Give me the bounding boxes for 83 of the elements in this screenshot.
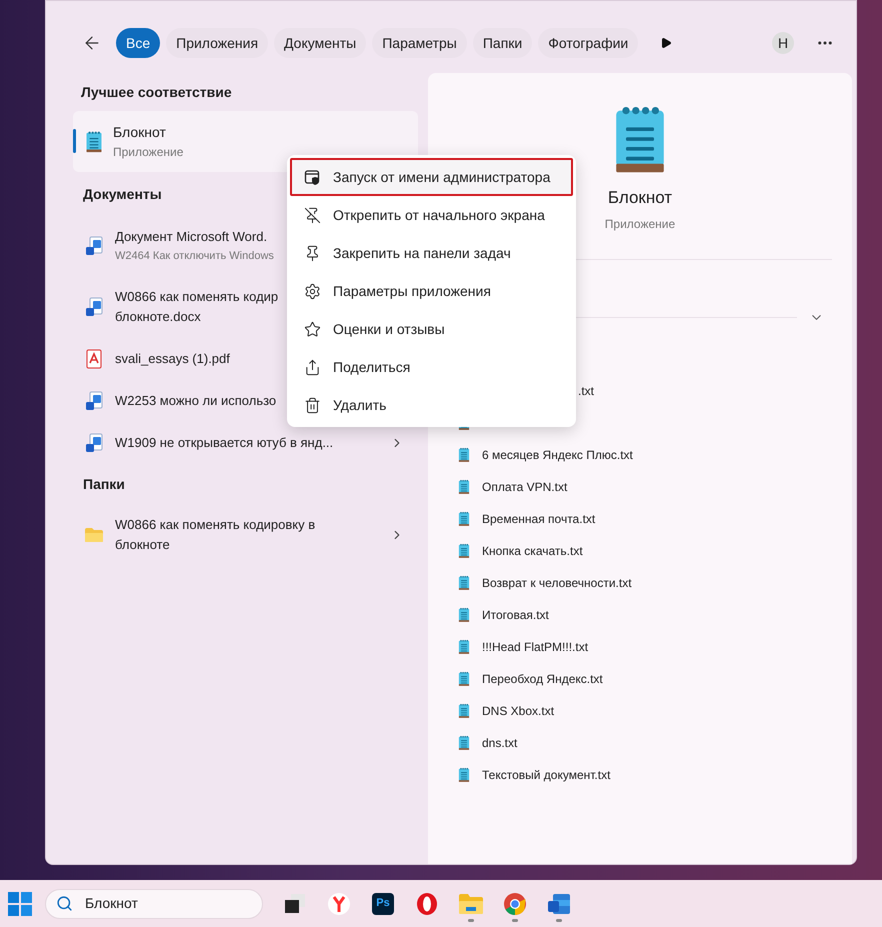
notepad-icon bbox=[458, 446, 470, 462]
recent-file[interactable]: Временная почта.txt bbox=[428, 502, 852, 534]
result-title: Документ Microsoft Word. bbox=[115, 228, 268, 246]
word-document-icon bbox=[85, 391, 103, 411]
menu-item[interactable]: Запуск от имени администратора bbox=[290, 158, 573, 196]
trash-icon bbox=[304, 396, 321, 414]
result-title: блокноте bbox=[115, 536, 170, 554]
result-item[interactable]: W0866 как поменять кодировку в блокноте bbox=[73, 504, 418, 566]
notepad-icon bbox=[458, 542, 470, 558]
notepad-icon bbox=[458, 734, 470, 750]
best-match-item[interactable]: Блокнот Приложение bbox=[73, 111, 418, 172]
folder-icon bbox=[84, 527, 104, 543]
yandex-browser-icon bbox=[327, 892, 351, 916]
notepad-icon bbox=[458, 606, 470, 622]
pdf-icon bbox=[86, 349, 102, 369]
result-item[interactable]: W1909 не открывается ютуб в янд... bbox=[73, 422, 418, 464]
folder-icon bbox=[458, 892, 484, 914]
result-title: svali_essays (1).pdf bbox=[115, 350, 230, 368]
selection-indicator bbox=[73, 129, 76, 153]
recent-file[interactable]: Кнопка скачать.txt bbox=[428, 534, 852, 566]
menu-item[interactable]: Удалить bbox=[290, 386, 573, 424]
photoshop-icon: Ps bbox=[372, 892, 394, 914]
word-document-icon bbox=[85, 297, 103, 317]
app-name: Блокнот bbox=[608, 187, 672, 209]
recent-file[interactable]: Возврат к человечности.txt bbox=[428, 566, 852, 598]
notepad-icon bbox=[458, 510, 470, 526]
notepad-icon bbox=[458, 766, 470, 782]
chrome-icon bbox=[503, 892, 527, 916]
filter-tab[interactable]: Папки bbox=[472, 28, 532, 58]
result-subtitle: W2464 Как отключить Windows bbox=[115, 249, 274, 264]
app-type: Приложение bbox=[113, 144, 184, 160]
shield-window-icon bbox=[304, 168, 321, 186]
filter-tab[interactable]: Приложения bbox=[166, 28, 268, 58]
word-document-icon bbox=[85, 433, 103, 453]
notepad-icon bbox=[85, 130, 103, 152]
result-title: W0866 как поменять кодировку в bbox=[115, 516, 316, 534]
result-title: W1909 не открывается ютуб в янд... bbox=[115, 434, 334, 452]
taskbar-app[interactable]: Ps bbox=[361, 884, 405, 924]
result-title: блокноте.docx bbox=[115, 308, 201, 326]
taskbar-search-field[interactable]: Блокнот bbox=[45, 888, 263, 918]
star-icon bbox=[304, 320, 321, 338]
menu-item[interactable]: Поделиться bbox=[290, 348, 573, 386]
notepad-icon bbox=[458, 574, 470, 590]
word-document-icon bbox=[85, 236, 103, 256]
avatar[interactable]: Н bbox=[772, 32, 794, 54]
word-icon bbox=[547, 892, 571, 916]
app-type: Приложение bbox=[604, 216, 676, 232]
menu-item[interactable]: Открепить от начального экрана bbox=[290, 196, 573, 234]
recent-file[interactable]: !!!Head FlatPM!!!.txt bbox=[428, 630, 852, 662]
section-heading: Лучшее соответствие bbox=[81, 82, 232, 102]
opera-icon bbox=[415, 892, 439, 916]
notepad-icon bbox=[458, 702, 470, 718]
recent-file[interactable]: DNS Xbox.txt bbox=[428, 694, 852, 726]
unpin-icon bbox=[304, 206, 321, 224]
filter-tab[interactable]: Фотографии bbox=[538, 28, 638, 58]
menu-item[interactable]: Оценки и отзывы bbox=[290, 310, 573, 348]
filter-tab[interactable]: Документы bbox=[274, 28, 366, 58]
filter-tab[interactable]: Параметры bbox=[372, 28, 467, 58]
windows-logo-icon[interactable] bbox=[8, 892, 32, 916]
recent-file[interactable]: Переобход Яндекс.txt bbox=[428, 662, 852, 694]
notepad-icon bbox=[458, 670, 470, 686]
recent-file[interactable]: Оплата VPN.txt bbox=[428, 470, 852, 502]
recent-file[interactable]: Текстовый документ.txt bbox=[428, 758, 852, 790]
pin-icon bbox=[304, 244, 321, 262]
more-filters-icon[interactable] bbox=[660, 37, 672, 49]
settings-icon bbox=[304, 282, 321, 300]
section-heading: Документы bbox=[83, 184, 162, 204]
notepad-icon bbox=[458, 638, 470, 654]
share-icon bbox=[304, 358, 321, 376]
menu-item[interactable]: Параметры приложения bbox=[290, 272, 573, 310]
search-icon bbox=[56, 895, 73, 912]
recent-file[interactable]: .txt bbox=[578, 382, 594, 400]
filter-tab[interactable]: Все bbox=[116, 28, 160, 58]
recent-file[interactable]: 6 месяцев Яндекс Плюс.txt bbox=[428, 438, 852, 470]
section-heading: Папки bbox=[83, 474, 125, 494]
result-title: W0866 как поменять кодир bbox=[115, 288, 278, 306]
result-title: W2253 можно ли использо bbox=[115, 392, 276, 410]
menu-item[interactable]: Закрепить на панели задач bbox=[290, 234, 573, 272]
recent-file[interactable]: Итоговая.txt bbox=[428, 598, 852, 630]
recent-file[interactable]: dns.txt bbox=[428, 726, 852, 758]
notepad-icon bbox=[458, 478, 470, 494]
task-view-icon bbox=[283, 892, 307, 914]
app-name: Блокнот bbox=[113, 122, 167, 142]
